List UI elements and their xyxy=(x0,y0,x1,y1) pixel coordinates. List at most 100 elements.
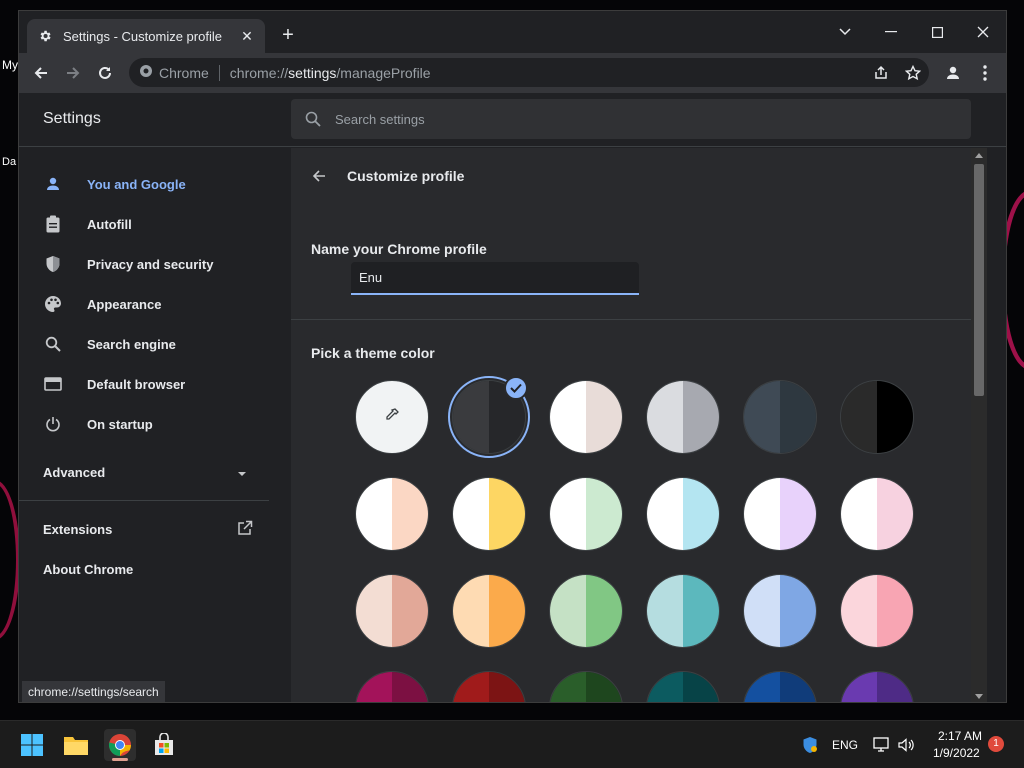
theme-color-swatch[interactable] xyxy=(355,671,429,702)
theme-color-swatch[interactable] xyxy=(743,574,817,648)
theme-color-swatch[interactable] xyxy=(743,477,817,551)
title-bar: Settings - Customize profile ✕ + xyxy=(19,11,1006,53)
sidebar-item-appearance[interactable]: Appearance xyxy=(19,284,291,324)
swatch-right-half xyxy=(683,478,719,550)
sidebar-item-search-engine[interactable]: Search engine xyxy=(19,324,291,364)
page-header: Customize profile xyxy=(291,148,971,203)
search-settings-input[interactable]: Search settings xyxy=(291,99,971,139)
star-icon[interactable] xyxy=(904,64,922,81)
tab-search-button[interactable] xyxy=(822,17,868,47)
language-indicator[interactable]: ENG xyxy=(832,738,858,752)
scroll-down-arrow[interactable] xyxy=(975,694,983,699)
security-tray-icon[interactable] xyxy=(798,729,822,761)
browser-tab[interactable]: Settings - Customize profile ✕ xyxy=(27,19,265,53)
theme-color-swatch[interactable] xyxy=(840,671,914,702)
swatch-left-half xyxy=(550,575,586,647)
back-arrow-icon[interactable] xyxy=(311,168,327,184)
theme-color-swatch[interactable] xyxy=(840,477,914,551)
swatch-right-half xyxy=(392,478,428,550)
swatch-right-half xyxy=(586,575,622,647)
store-button[interactable] xyxy=(148,729,180,761)
clock-date[interactable]: 1/9/2022 xyxy=(933,746,980,760)
volume-tray-icon[interactable] xyxy=(894,729,918,761)
chrome-window: Settings - Customize profile ✕ + Chrome … xyxy=(18,10,1007,703)
theme-color-swatch[interactable] xyxy=(549,477,623,551)
theme-color-swatch[interactable] xyxy=(549,380,623,454)
section-divider xyxy=(291,319,971,320)
theme-color-swatch[interactable] xyxy=(646,671,720,702)
address-bar[interactable]: Chrome chrome://settings/manageProfile xyxy=(129,58,929,87)
theme-color-swatch[interactable] xyxy=(646,380,720,454)
swatch-right-half xyxy=(489,672,525,702)
close-tab-icon[interactable]: ✕ xyxy=(239,28,255,44)
sidebar-item-extensions[interactable]: Extensions xyxy=(19,509,269,549)
profile-button[interactable] xyxy=(941,61,965,85)
network-tray-icon[interactable] xyxy=(870,729,894,761)
store-icon xyxy=(155,733,173,755)
clock-time[interactable]: 2:17 AM xyxy=(938,729,982,743)
theme-color-swatch[interactable] xyxy=(743,671,817,702)
advanced-toggle[interactable]: Advanced xyxy=(19,452,269,492)
sidebar-item-privacy[interactable]: Privacy and security xyxy=(19,244,291,284)
theme-color-swatch[interactable] xyxy=(646,477,720,551)
notification-badge[interactable]: 1 xyxy=(988,736,1004,752)
file-explorer-button[interactable] xyxy=(60,729,92,761)
sidebar-item-autofill[interactable]: Autofill xyxy=(19,204,291,244)
sidebar-item-on-startup[interactable]: On startup xyxy=(19,404,291,444)
scroll-up-arrow[interactable] xyxy=(975,153,983,158)
swatch-left-half xyxy=(841,575,877,647)
theme-color-swatch[interactable] xyxy=(452,671,526,702)
person-icon xyxy=(947,66,959,79)
theme-color-swatch[interactable] xyxy=(840,380,914,454)
sidebar-item-you-and-google[interactable]: You and Google xyxy=(19,164,291,204)
customize-profile-panel: Customize profile Name your Chrome profi… xyxy=(291,148,971,702)
maximize-icon xyxy=(931,26,943,38)
back-button[interactable] xyxy=(29,61,53,85)
theme-color-swatch[interactable] xyxy=(840,574,914,648)
chrome-site-icon xyxy=(139,64,153,81)
share-icon[interactable] xyxy=(873,65,889,81)
profile-name-input[interactable] xyxy=(351,262,639,295)
theme-color-swatch[interactable] xyxy=(646,574,720,648)
new-tab-button[interactable]: + xyxy=(277,25,299,47)
reload-button[interactable] xyxy=(93,61,117,85)
menu-button[interactable] xyxy=(973,61,997,85)
start-button[interactable] xyxy=(16,729,48,761)
maximize-button[interactable] xyxy=(914,17,960,47)
sidebar-item-default-browser[interactable]: Default browser xyxy=(19,364,291,404)
forward-button[interactable] xyxy=(61,61,85,85)
profile-name-label: Name your Chrome profile xyxy=(311,241,487,257)
shield-icon xyxy=(803,737,817,753)
settings-sidebar: You and Google Autofill Privacy and secu… xyxy=(19,148,291,702)
theme-color-swatch[interactable] xyxy=(452,574,526,648)
browser-icon xyxy=(43,374,63,394)
chrome-taskbar-button[interactable] xyxy=(104,729,136,761)
swatch-left-half xyxy=(744,381,780,453)
sidebar-item-label: Default browser xyxy=(87,376,186,392)
advanced-label: Advanced xyxy=(43,464,106,480)
close-window-button[interactable] xyxy=(960,17,1006,47)
theme-color-swatch[interactable] xyxy=(549,671,623,702)
sidebar-item-about-chrome[interactable]: About Chrome xyxy=(19,549,291,589)
theme-color-swatch[interactable] xyxy=(452,477,526,551)
theme-color-swatch[interactable] xyxy=(355,477,429,551)
page-scrollbar[interactable] xyxy=(971,148,987,702)
theme-color-swatch[interactable] xyxy=(355,574,429,648)
swatch-left-half xyxy=(356,672,392,702)
minimize-button[interactable] xyxy=(868,17,914,47)
scroll-thumb[interactable] xyxy=(974,164,984,396)
tab-title: Settings - Customize profile xyxy=(63,28,222,44)
url-text: chrome://settings/manageProfile xyxy=(230,65,431,81)
active-app-indicator xyxy=(112,758,128,761)
swatch-left-half xyxy=(550,478,586,550)
swatch-right-half xyxy=(780,478,816,550)
browser-toolbar: Chrome chrome://settings/manageProfile xyxy=(19,53,1006,93)
about-label: About Chrome xyxy=(43,561,134,577)
theme-color-swatch[interactable] xyxy=(743,380,817,454)
theme-color-swatch[interactable] xyxy=(549,574,623,648)
swatch-right-half xyxy=(586,672,622,702)
swatch-right-half xyxy=(780,381,816,453)
custom-color-picker-swatch[interactable] xyxy=(355,380,429,454)
reload-icon xyxy=(99,66,111,79)
gear-icon xyxy=(37,28,53,44)
